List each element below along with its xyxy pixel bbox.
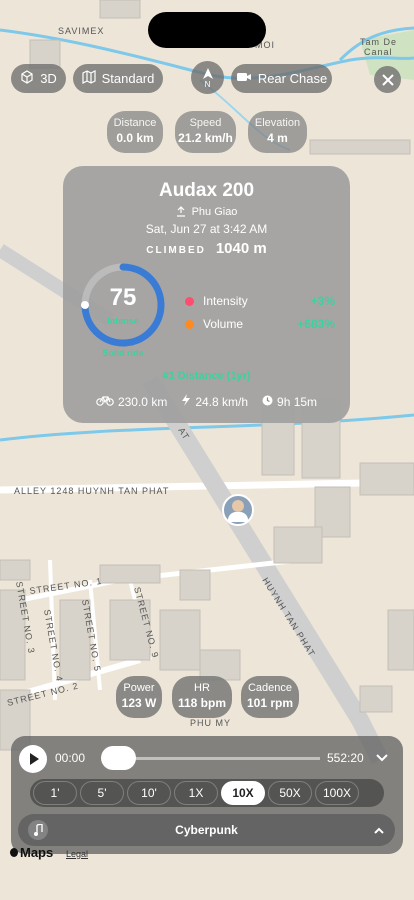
ride-title: Audax 200 [158, 180, 255, 201]
current-time: 00:00 [55, 751, 86, 765]
metric-intensity-value: +3% [310, 294, 335, 308]
score-note: Solid ride [102, 348, 144, 358]
cube-icon [20, 70, 34, 87]
speed-option-5min[interactable]: 5' [80, 781, 124, 805]
live-hr-value: 118 bpm [177, 696, 227, 710]
ride-summary-card[interactable]: Audax 200 Phu Giao Sat, Jun 27 at 3:42 A… [63, 166, 350, 423]
rider-avatar [222, 494, 254, 526]
live-power: Power 123 W [116, 676, 162, 718]
summary-speed-value: 24.8 km/h [195, 394, 249, 409]
collapse-chevron-icon[interactable] [375, 750, 389, 768]
stat-elevation-value: 4 m [267, 131, 288, 145]
map-label-alley: ALLEY 1248 HUYNH TAN PHAT [14, 486, 169, 496]
summary-duration: 9h 15m [262, 394, 317, 409]
play-icon [30, 753, 39, 765]
metric-volume-value: +683% [297, 317, 335, 331]
speed-option-10min[interactable]: 10' [127, 781, 171, 805]
stat-speed: Speed 21.2 km/h [175, 111, 236, 153]
live-hr-label: HR [194, 682, 210, 694]
score-label: Intense [107, 316, 139, 326]
stat-speed-label: Speed [189, 117, 222, 129]
3d-button[interactable]: 3D [11, 64, 66, 93]
heart-icon [185, 296, 194, 306]
ride-date: Sat, Jun 27 at 3:42 AM [145, 222, 268, 236]
map-icon [82, 70, 96, 87]
play-button[interactable] [19, 745, 47, 773]
close-icon [381, 73, 394, 86]
metric-intensity-label: Intensity [203, 294, 248, 308]
speed-option-50x[interactable]: 50X [268, 781, 312, 805]
summary-duration-value: 9h 15m [277, 394, 318, 409]
3d-button-label: 3D [40, 71, 57, 86]
live-power-value: 123 W [121, 696, 157, 710]
dynamic-island [148, 12, 266, 48]
expand-chevron-icon [373, 824, 385, 838]
metric-volume: Volume +683% [185, 317, 335, 331]
playback-scrubber[interactable] [101, 746, 136, 770]
speed-option-1min[interactable]: 1' [33, 781, 77, 805]
climbed-label: CLIMBED [146, 245, 206, 256]
rider-avatar-body [228, 512, 248, 522]
ride-location: Phu Giao [63, 206, 350, 220]
map-label-canal2: Canal [364, 47, 393, 57]
camera-icon [236, 71, 252, 86]
map-label-canal: Tam De [360, 37, 397, 47]
live-cadence-value: 101 rpm [246, 696, 294, 710]
bike-icon [96, 394, 114, 409]
volume-dot-icon [185, 319, 194, 329]
compass-arrow-icon [202, 67, 213, 79]
stat-elevation-label: Elevation [254, 117, 301, 129]
legal-link[interactable]: Legal [66, 849, 88, 859]
live-hr: HR 118 bpm [172, 676, 232, 718]
maps-brand: Maps [10, 845, 53, 860]
standard-button[interactable]: Standard [73, 64, 163, 93]
total-time: 552:20 [327, 751, 364, 765]
ride-climbed: CLIMBED 1040 m [63, 240, 350, 257]
summary-distance-value: 230.0 km [117, 394, 168, 409]
summary-distance: 230.0 km [96, 394, 167, 409]
metric-volume-label: Volume [203, 317, 244, 331]
ride-location-text: Phu Giao [191, 206, 238, 218]
stat-distance-label: Distance [113, 117, 157, 129]
standard-button-label: Standard [101, 71, 155, 86]
music-selector[interactable]: Cyberpunk [18, 814, 395, 846]
playback-track[interactable] [118, 757, 320, 760]
speed-option-1x[interactable]: 1X [174, 781, 218, 805]
score-value: 75 [109, 284, 137, 311]
stat-elevation: Elevation 4 m [248, 111, 307, 153]
metric-intensity: Intensity +3% [185, 294, 335, 308]
stat-speed-value: 21.2 km/h [178, 131, 233, 145]
stat-distance: Distance 0.0 km [107, 111, 163, 153]
map-label-district: PHU MY [190, 718, 231, 728]
map-label-savimex: SAVIMEX [58, 26, 104, 36]
bolt-icon [181, 394, 191, 409]
rear-chase-button[interactable]: Rear Chase [231, 64, 332, 93]
climbed-value: 1040 m [215, 240, 267, 257]
location-pin-icon [176, 206, 186, 220]
maps-brand-text: Maps [20, 845, 54, 860]
live-cadence-label: Cadence [247, 682, 293, 694]
speed-option-100x[interactable]: 100X [315, 781, 359, 805]
stat-distance-value: 0.0 km [116, 131, 154, 145]
live-cadence: Cadence 101 rpm [241, 676, 299, 718]
ride-rank: #1 Distance (1yr) [162, 370, 251, 382]
compass-button[interactable]: N [191, 61, 224, 94]
music-track: Cyberpunk [175, 823, 238, 837]
live-power-label: Power [123, 682, 155, 694]
ride-summary-row: 230.0 km 24.8 km/h 9h 15m [63, 394, 350, 409]
close-button[interactable] [374, 66, 401, 93]
rear-chase-label: Rear Chase [257, 71, 328, 86]
summary-speed: 24.8 km/h [181, 394, 248, 409]
apple-logo-icon [10, 848, 18, 857]
rider-avatar-face [232, 500, 244, 512]
compass-label: N [204, 79, 211, 89]
clock-icon [262, 395, 273, 409]
speed-option-10x[interactable]: 10X [221, 781, 265, 805]
